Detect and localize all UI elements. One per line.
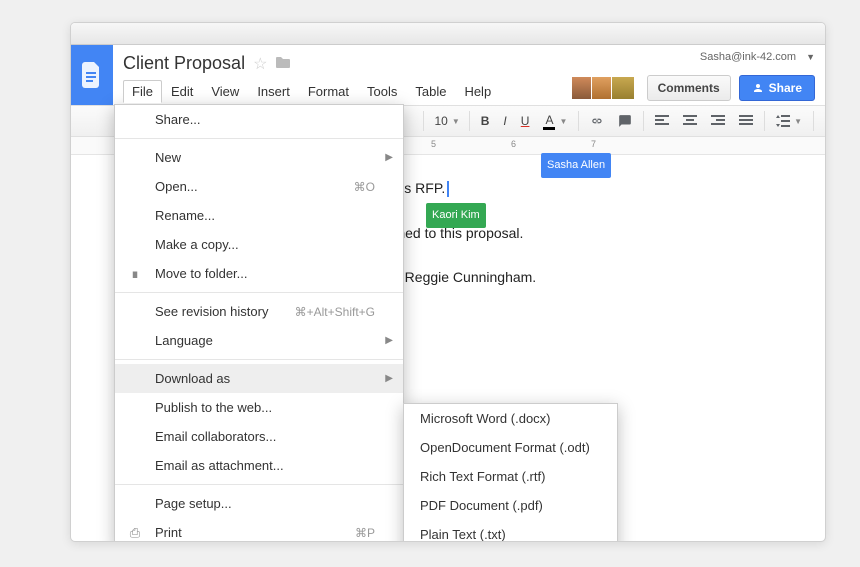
menu-email-collaborators[interactable]: Email collaborators...	[115, 422, 403, 451]
menu-publish[interactable]: Publish to the web...	[115, 393, 403, 422]
menu-page-setup[interactable]: Page setup...	[115, 489, 403, 518]
share-label: Share	[769, 81, 802, 95]
comments-button[interactable]: Comments	[647, 75, 731, 101]
underline-button[interactable]: U	[515, 110, 536, 132]
menu-move-to-folder[interactable]: ∎Move to folder...	[115, 259, 403, 288]
menu-insert[interactable]: Insert	[248, 80, 299, 103]
comment-button[interactable]	[612, 110, 638, 132]
menu-revision-history[interactable]: See revision history⌘+Alt+Shift+G	[115, 297, 403, 326]
download-as-submenu: Microsoft Word (.docx) OpenDocument Form…	[403, 403, 618, 542]
align-left-button[interactable]	[649, 110, 675, 132]
app-window: Client Proposal ☆ File Edit View Insert …	[70, 22, 826, 542]
download-odt[interactable]: OpenDocument Format (.odt)	[404, 433, 617, 462]
menu-make-copy[interactable]: Make a copy...	[115, 230, 403, 259]
menu-share[interactable]: Share...	[115, 105, 403, 134]
menu-email-attachment[interactable]: Email as attachment...	[115, 451, 403, 480]
download-rtf[interactable]: Rich Text Format (.rtf)	[404, 462, 617, 491]
header-right: Sasha@ink-42.com ▼	[700, 51, 815, 63]
download-docx[interactable]: Microsoft Word (.docx)	[404, 404, 617, 433]
align-justify-button[interactable]	[733, 110, 759, 132]
header: Client Proposal ☆ File Edit View Insert …	[71, 45, 825, 105]
bold-button[interactable]: B	[475, 110, 496, 132]
avatar[interactable]	[611, 76, 635, 100]
menu-download-as[interactable]: Download as▶	[115, 364, 403, 393]
folder-icon[interactable]	[275, 56, 291, 72]
menu-tools[interactable]: Tools	[358, 80, 406, 103]
account-dropdown-icon[interactable]: ▼	[806, 52, 815, 62]
italic-button[interactable]: I	[497, 110, 512, 132]
cursor-blue	[447, 181, 449, 197]
menu-table[interactable]: Table	[406, 80, 455, 103]
collaborator-tag-green: Kaori Kim	[426, 203, 486, 228]
user-email[interactable]: Sasha@ink-42.com	[700, 51, 796, 63]
star-icon[interactable]: ☆	[253, 54, 267, 74]
document-title[interactable]: Client Proposal	[123, 53, 245, 74]
font-size-select[interactable]: 10▼	[429, 110, 464, 132]
menu-new[interactable]: New▶	[115, 143, 403, 172]
mac-titlebar	[71, 23, 825, 45]
menu-help[interactable]: Help	[455, 80, 500, 103]
menu-language[interactable]: Language▶	[115, 326, 403, 355]
folder-icon: ∎	[127, 266, 143, 282]
menu-open[interactable]: Open...⌘O	[115, 172, 403, 201]
share-button[interactable]: Share	[739, 75, 815, 101]
chevron-right-icon: ▶	[385, 335, 393, 346]
text-color-button[interactable]: A▼	[537, 109, 573, 134]
line-spacing-button[interactable]: ▼	[770, 110, 808, 132]
collaborator-tag-blue: Sasha Allen	[541, 153, 611, 178]
menu-file[interactable]: File	[123, 80, 162, 103]
menu-format[interactable]: Format	[299, 80, 358, 103]
download-pdf[interactable]: PDF Document (.pdf)	[404, 491, 617, 520]
download-txt[interactable]: Plain Text (.txt)	[404, 520, 617, 542]
chevron-right-icon: ▶	[385, 152, 393, 163]
menu-view[interactable]: View	[202, 80, 248, 103]
menu-rename[interactable]: Rename...	[115, 201, 403, 230]
link-button[interactable]	[584, 110, 610, 132]
collaborator-avatars[interactable]	[575, 76, 635, 100]
chevron-right-icon: ▶	[385, 373, 393, 384]
align-center-button[interactable]	[677, 110, 703, 132]
align-right-button[interactable]	[705, 110, 731, 132]
menu-print[interactable]: ⎙Print⌘P	[115, 518, 403, 542]
print-icon: ⎙	[127, 525, 143, 541]
menu-edit[interactable]: Edit	[162, 80, 202, 103]
file-menu-dropdown: Share... New▶ Open...⌘O Rename... Make a…	[114, 104, 404, 542]
